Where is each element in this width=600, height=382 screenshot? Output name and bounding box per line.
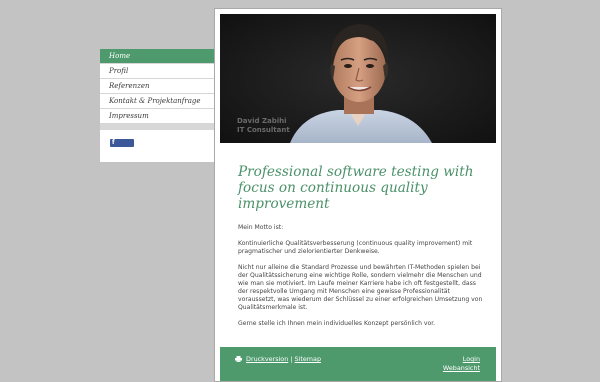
nav-item-referenzen[interactable]: Referenzen [100,79,214,94]
caption-name: David Zabihi [237,117,287,125]
content-area: Professional software testing with focus… [238,164,483,336]
print-version-link[interactable]: Druckversion [246,355,288,363]
main-card: David Zabihi IT Consultant Professional … [214,8,502,382]
paragraph-body: Nicht nur alleine die Standard Prozesse … [238,264,483,311]
footer-left-links: Druckversion | Sitemap [235,355,321,363]
footer-separator: | [290,355,293,363]
paragraph-intro: Kontinuierliche Qualitätsverbesserung (c… [238,240,473,255]
header-photo: David Zabihi IT Consultant [220,14,496,143]
footer-right-links: Login Webansicht [443,355,480,373]
sitemap-link[interactable]: Sitemap [295,355,321,363]
page-headline: Professional software testing with focus… [238,164,474,212]
facebook-like-icon[interactable]: f [110,139,134,147]
nav-item-impressum[interactable]: Impressum [100,109,214,124]
login-link[interactable]: Login [443,355,480,364]
web-view-link[interactable]: Webansicht [443,364,480,373]
sidebar-widget-box: f [100,130,214,162]
photo-caption: David Zabihi IT Consultant [237,117,290,135]
paragraph-closing: Gerne stelle ich Ihnen mein individuelle… [238,320,436,327]
footer: Druckversion | Sitemap Login Webansicht [220,347,496,381]
nav-item-home[interactable]: Home [100,49,220,64]
nav-item-profil[interactable]: Profil [100,64,214,79]
printer-icon [235,356,242,362]
caption-title: IT Consultant [237,126,290,134]
paragraph-motto: Mein Motto ist: [238,224,284,231]
sidebar-nav: Home Profil Referenzen Kontakt & Projekt… [100,49,220,162]
nav-item-kontakt[interactable]: Kontakt & Projektanfrage [100,94,214,109]
